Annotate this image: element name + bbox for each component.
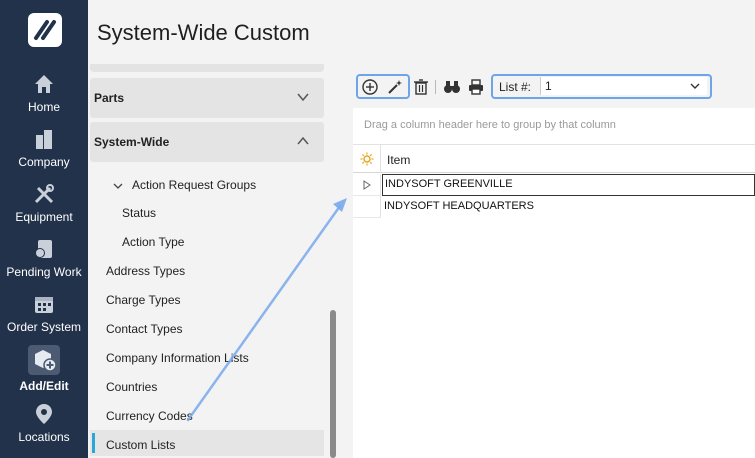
app-logo[interactable] — [28, 13, 62, 47]
list-number-label: List #: — [499, 80, 532, 94]
calendar-icon — [35, 297, 53, 313]
tree-item-address-types[interactable]: Address Types — [106, 264, 185, 278]
table-row[interactable]: INDYSOFT GREENVILLE — [353, 174, 755, 196]
row-header[interactable] — [353, 196, 381, 218]
tree-scroll-edge — [90, 64, 324, 72]
expand-chevron-icon — [113, 183, 123, 189]
tree-item-company-information-lists[interactable]: Company Information Lists — [106, 351, 249, 365]
chevron-down-icon — [690, 83, 700, 89]
magic-wand-icon[interactable] — [386, 78, 404, 96]
table-row[interactable]: INDYSOFT HEADQUARTERS — [353, 196, 755, 218]
tree-item-charge-types[interactable]: Charge Types — [106, 293, 181, 307]
page-title: System-Wide Custom — [97, 20, 310, 45]
printer-icon[interactable] — [467, 78, 485, 96]
header-divider — [380, 145, 381, 173]
list-number-value: 1 — [545, 79, 552, 93]
add-circle-icon[interactable] — [361, 78, 379, 96]
tree-item-custom-lists-row[interactable]: Custom Lists — [90, 430, 324, 456]
toolbar-separator — [435, 80, 436, 94]
tree-item-action-type[interactable]: Action Type — [122, 235, 184, 249]
tree-item-contact-types[interactable]: Contact Types — [106, 322, 183, 336]
rail-item-home[interactable]: Home — [0, 72, 88, 114]
rail-label-locations: Locations — [18, 430, 70, 444]
section-system-wide-label: System-Wide — [94, 135, 170, 149]
binoculars-icon[interactable] — [443, 78, 461, 96]
tools-icon — [34, 184, 54, 204]
sun-settings-icon[interactable] — [360, 152, 374, 166]
section-system-wide[interactable]: System-Wide — [90, 122, 324, 162]
chevron-up-icon — [297, 136, 309, 145]
company-icon — [36, 130, 52, 149]
rail-item-company[interactable]: Company — [0, 127, 88, 169]
tree-item-countries[interactable]: Countries — [106, 380, 157, 394]
rail-label-add-edit: Add/Edit — [19, 379, 69, 393]
logo-icon — [34, 20, 56, 40]
chevron-down-icon — [297, 93, 309, 102]
table-cell[interactable]: INDYSOFT GREENVILLE — [382, 174, 755, 196]
rail-label-pending-work: Pending Work — [6, 265, 82, 279]
tree-scrollbar[interactable] — [330, 310, 336, 458]
rail-label-equipment: Equipment — [15, 210, 73, 224]
rail-label-order-system: Order System — [6, 320, 81, 334]
location-pin-icon — [36, 404, 52, 424]
trash-icon[interactable] — [412, 78, 430, 96]
tree-group-action-request-groups[interactable]: Action Request Groups — [112, 178, 256, 192]
content-panel: List #: 1 Drag a column header here to g… — [353, 64, 755, 458]
rail-item-pending-work[interactable]: Pending Work — [0, 237, 88, 279]
row-expand-icon[interactable] — [363, 180, 371, 190]
tree-group-label: Action Request Groups — [132, 178, 257, 192]
left-nav-rail: Home Company Equipment Pending Work Orde… — [0, 0, 88, 458]
rail-label-company: Company — [18, 155, 70, 169]
grid-header: Item — [353, 144, 755, 173]
table-cell[interactable]: INDYSOFT HEADQUARTERS — [382, 196, 755, 218]
selection-indicator — [92, 433, 95, 453]
rail-item-locations[interactable]: Locations — [0, 402, 88, 444]
section-parts-label: Parts — [94, 91, 125, 105]
rail-item-equipment[interactable]: Equipment — [0, 182, 88, 224]
tree-item-status[interactable]: Status — [122, 206, 156, 220]
pending-work-icon — [35, 240, 52, 258]
tree-panel: Parts System-Wide Action Request Groups … — [88, 64, 338, 458]
tree-item-currency-codes[interactable]: Currency Codes — [106, 409, 193, 423]
section-parts[interactable]: Parts — [90, 78, 324, 118]
tree-item-custom-lists: Custom Lists — [106, 438, 176, 452]
rail-item-add-edit[interactable]: Add/Edit — [0, 345, 88, 393]
row-header[interactable] — [353, 174, 381, 196]
group-by-hint: Drag a column header here to group by th… — [364, 119, 616, 131]
rail-label-home: Home — [27, 100, 60, 114]
column-header-item[interactable]: Item — [387, 153, 410, 167]
list-number-dropdown[interactable]: 1 — [540, 77, 707, 95]
home-icon — [35, 75, 53, 93]
add-edit-icon — [35, 350, 57, 372]
rail-item-order-system[interactable]: Order System — [0, 292, 88, 334]
add-edit-icon-box — [28, 345, 60, 375]
